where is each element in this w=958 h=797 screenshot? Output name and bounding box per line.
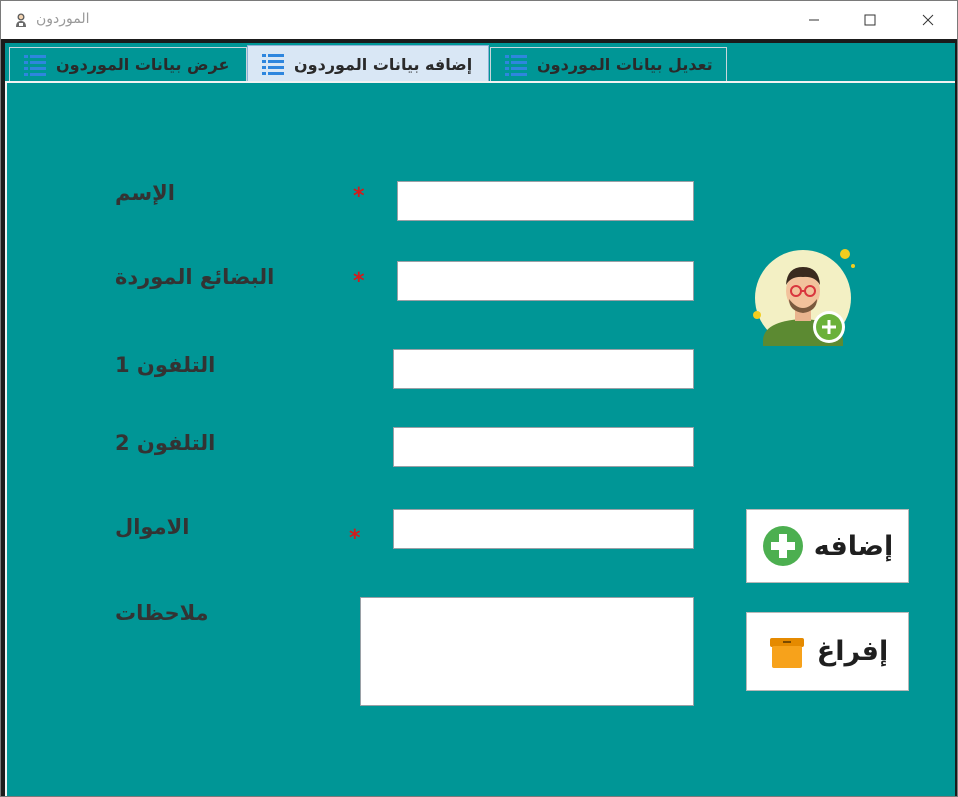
add-button[interactable]: إضافه [746, 509, 909, 583]
main-window: الموردون عرض بيانات الموردون إضافه بيانا… [0, 0, 958, 797]
notes-label: ملاحظات [115, 601, 209, 625]
phone2-label: التلفون 2 [115, 431, 216, 455]
name-label: الإسم [115, 181, 175, 205]
tab-view-suppliers-label: عرض بيانات الموردون [56, 55, 230, 74]
close-button[interactable] [905, 1, 951, 39]
clear-button[interactable]: إفراغ [746, 612, 909, 691]
list-icon [262, 54, 284, 75]
maximize-button[interactable] [847, 1, 893, 39]
phone1-label: التلفون 1 [115, 353, 216, 377]
required-mark: * [349, 526, 361, 551]
minimize-icon [809, 19, 819, 21]
notes-textarea[interactable] [360, 597, 694, 706]
list-icon [505, 54, 527, 76]
money-input[interactable] [393, 509, 694, 549]
tab-add-supplier-label: إضافه بيانات الموردون [294, 54, 473, 74]
goods-label: البضائع الموردة [115, 265, 275, 289]
add-user-avatar-icon [753, 249, 855, 346]
money-label: الاموال [115, 515, 190, 539]
clear-button-label: إفراغ [816, 636, 889, 667]
close-icon [922, 14, 934, 26]
minimize-button[interactable] [791, 1, 837, 39]
maximize-icon [864, 14, 876, 26]
phone1-input[interactable] [393, 349, 694, 389]
tab-strip: عرض بيانات الموردون إضافه بيانات الموردو… [5, 43, 955, 82]
title-bar: الموردون [1, 1, 957, 39]
tab-view-suppliers[interactable]: عرض بيانات الموردون [9, 47, 247, 81]
tab-edit-supplier-label: تعديل بيانات الموردون [537, 55, 713, 74]
box-icon [769, 637, 804, 668]
window-title: الموردون [36, 11, 90, 27]
required-mark: * [353, 269, 365, 294]
tab-add-supplier[interactable]: إضافه بيانات الموردون [247, 45, 489, 82]
name-input[interactable] [397, 181, 694, 221]
list-icon [24, 54, 46, 76]
plus-circle-icon [762, 526, 803, 566]
required-mark: * [353, 184, 365, 209]
goods-input[interactable] [397, 261, 694, 301]
person-icon [16, 13, 26, 27]
tab-edit-supplier[interactable]: تعديل بيانات الموردون [490, 47, 727, 81]
add-button-label: إضافه [813, 530, 894, 562]
phone2-input[interactable] [393, 427, 694, 467]
